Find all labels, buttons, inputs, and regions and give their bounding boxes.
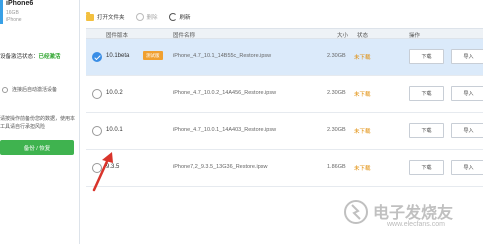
import-button[interactable]: 导入 — [451, 123, 483, 138]
download-status: 未下载 — [354, 166, 371, 172]
toolbar: 打开文件夹 删除 刷新 — [86, 10, 202, 24]
row-select-radio[interactable] — [92, 52, 102, 62]
row-select-radio[interactable] — [92, 126, 102, 136]
table-header: 固件版本 固件名称 大小 状态 操作 — [86, 28, 483, 39]
activation-status-label: 设备激活状态： — [0, 54, 39, 60]
download-button[interactable]: 下载 — [409, 86, 444, 101]
annotation-arrow-icon — [92, 152, 113, 192]
table-row[interactable]: 10.1beta 测试版 iPhone_4.7_10.1_14B55c_Rest… — [86, 39, 483, 76]
firmware-size: 2.30GB — [327, 53, 346, 59]
auto-activate-option[interactable]: 连接后自动激活设备 — [2, 86, 57, 93]
watermark-logo-icon — [344, 200, 368, 224]
table-row[interactable]: 10.0.2 iPhone_4.7_10.0.2_14A456_Restore.… — [86, 76, 483, 113]
device-icon — [0, 0, 3, 24]
backup-restore-button[interactable]: 备份 / 恢复 — [0, 140, 74, 155]
device-model: iPhone — [6, 17, 22, 23]
download-button[interactable]: 下载 — [409, 49, 444, 64]
header-name: 固件名称 — [173, 33, 196, 39]
firmware-version: 10.0.2 — [106, 90, 123, 96]
firmware-size: 2.30GB — [327, 90, 346, 96]
watermark-text: 电子发烧友 — [373, 203, 454, 222]
download-button[interactable]: 下载 — [409, 160, 444, 175]
auto-activate-label: 连接后自动激活设备 — [12, 87, 58, 93]
download-button[interactable]: 下载 — [409, 123, 444, 138]
refresh-label: 刷新 — [179, 15, 191, 21]
sidebar: iPhone6 16GB iPhone 设备激活状态：已经激活 连接后自动激活设… — [0, 0, 80, 244]
header-status: 状态 — [357, 33, 369, 39]
firmware-name: iPhone_4.7_10.0.1_14A403_Restore.ipsw — [173, 127, 277, 133]
refresh-icon — [168, 13, 177, 21]
open-folder-label: 打开文件夹 — [97, 15, 125, 21]
row-select-radio[interactable] — [92, 89, 102, 99]
download-status: 未下载 — [354, 55, 371, 61]
firmware-version: 10.0.1 — [106, 127, 123, 133]
import-button[interactable]: 导入 — [451, 86, 483, 101]
firmware-name: iPhone7,2_9.3.5_13G36_Restore.ipsw — [173, 164, 268, 170]
refresh-button[interactable]: 刷新 — [168, 13, 191, 21]
header-size: 大小 — [337, 33, 349, 39]
download-status: 未下载 — [354, 129, 371, 135]
delete-button[interactable]: 删除 — [135, 13, 158, 21]
watermark-url: www.elecfans.com — [387, 221, 445, 228]
firmware-table: 固件版本 固件名称 大小 状态 操作 10.1beta 测试版 iPhone_4… — [86, 28, 483, 187]
header-action: 操作 — [409, 33, 421, 39]
import-button[interactable]: 导入 — [451, 49, 483, 64]
table-row[interactable]: 9.3.5 iPhone7,2_9.3.5_13G36_Restore.ipsw… — [86, 150, 483, 187]
folder-icon — [86, 11, 94, 21]
firmware-version: 10.1beta — [106, 53, 130, 59]
header-version: 固件版本 — [106, 33, 129, 39]
auto-activate-checkbox[interactable] — [2, 86, 8, 93]
activation-status-value: 已经激活 — [38, 54, 61, 60]
open-folder-button[interactable]: 打开文件夹 — [86, 11, 125, 21]
firmware-size: 1.86GB — [327, 164, 346, 170]
download-status: 未下载 — [354, 92, 371, 98]
delete-label: 删除 — [146, 15, 158, 21]
table-row[interactable]: 10.0.1 iPhone_4.7_10.0.1_14A403_Restore.… — [86, 113, 483, 150]
device-name: iPhone6 — [6, 0, 34, 7]
beta-badge: 测试版 — [143, 51, 163, 60]
warning-text: 请按操作前备份您的数据，使用本工具请自行承担风险 — [0, 116, 76, 130]
firmware-name: iPhone_4.7_10.1_14B55c_Restore.ipsw — [173, 53, 272, 59]
delete-icon — [135, 13, 144, 21]
firmware-size: 2.30GB — [327, 127, 346, 133]
device-capacity: 16GB — [6, 10, 19, 16]
firmware-name: iPhone_4.7_10.0.2_14A456_Restore.ipsw — [173, 90, 277, 96]
activation-status: 设备激活状态：已经激活 — [0, 52, 61, 60]
import-button[interactable]: 导入 — [451, 160, 483, 175]
